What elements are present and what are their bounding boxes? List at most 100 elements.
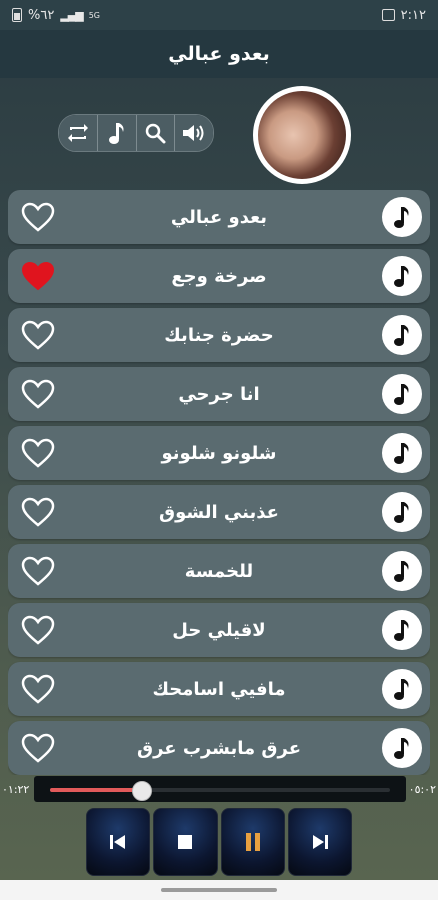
total-duration: ٠٥:٠٢: [408, 783, 436, 796]
artist-avatar: [253, 86, 351, 184]
heart-filled-icon: [21, 261, 55, 291]
music-note-icon: [394, 679, 409, 700]
favorite-button[interactable]: [20, 731, 56, 765]
heart-outline-icon: [21, 556, 55, 586]
play-song-button[interactable]: [382, 433, 422, 473]
music-note-icon: [394, 266, 409, 287]
previous-button[interactable]: [86, 808, 151, 876]
favorite-button[interactable]: [20, 259, 56, 293]
heart-outline-icon: [21, 202, 55, 232]
song-title: صرخة وجع: [171, 265, 267, 287]
song-title: حضرة جنابك: [164, 324, 274, 346]
music-note-icon: [394, 620, 409, 641]
favorite-button[interactable]: [20, 613, 56, 647]
repeat-icon: [67, 124, 88, 142]
song-row[interactable]: لاقيلي حل: [8, 603, 430, 657]
heart-outline-icon: [21, 674, 55, 704]
seek-line: [50, 781, 390, 801]
music-note-icon: [394, 561, 409, 582]
next-button[interactable]: [287, 808, 352, 876]
skip-previous-icon: [110, 835, 126, 849]
song-row[interactable]: مافيي اسامحك: [8, 662, 430, 716]
play-song-button[interactable]: [382, 492, 422, 532]
repeat-button[interactable]: [59, 115, 98, 151]
song-row[interactable]: للخمسة: [8, 544, 430, 598]
gallery-icon: [381, 9, 395, 21]
status-bar: %٦٢ ▂▄▆ 5G ٢:١٢: [0, 0, 438, 30]
music-note-icon: [394, 443, 409, 464]
system-nav-bar: [0, 880, 438, 900]
play-song-button[interactable]: [382, 315, 422, 355]
song-row[interactable]: عذبني الشوق: [8, 485, 430, 539]
seek-bar-area: ٠١:٢٢ ٠٥:٠٢: [0, 775, 438, 803]
favorite-button[interactable]: [20, 672, 56, 706]
play-song-button[interactable]: [382, 610, 422, 650]
pause-icon: [245, 833, 260, 851]
heart-outline-icon: [21, 733, 55, 763]
stop-icon: [178, 835, 193, 849]
song-row[interactable]: حضرة جنابك: [8, 308, 430, 362]
search-button[interactable]: [136, 115, 176, 151]
favorite-button[interactable]: [20, 200, 56, 234]
status-time: ٢:١٢: [400, 7, 426, 23]
elapsed-time: ٠١:٢٢: [2, 783, 30, 796]
music-note-icon: [108, 123, 124, 144]
seek-bar[interactable]: [34, 776, 406, 802]
song-title: لاقيلي حل: [172, 619, 266, 641]
signal-icon: ▂▄▆: [60, 8, 83, 22]
home-handle[interactable]: [161, 888, 277, 892]
music-button[interactable]: [97, 115, 137, 151]
music-note-icon: [394, 502, 409, 523]
heart-outline-icon: [21, 615, 55, 645]
play-song-button[interactable]: [382, 551, 422, 591]
heart-outline-icon: [21, 497, 55, 527]
song-title: للخمسة: [184, 560, 254, 582]
seek-thumb[interactable]: [131, 781, 152, 801]
play-song-button[interactable]: [382, 256, 422, 296]
song-title: شلونو شلونو: [161, 442, 277, 464]
song-title: عرق مابشرب عرق: [137, 737, 301, 759]
favorite-button[interactable]: [20, 377, 56, 411]
song-title: مافيي اسامحك: [152, 678, 286, 700]
player-controls: [86, 808, 352, 876]
song-title: انا جرحي: [178, 383, 260, 405]
seek-progress: [50, 788, 142, 792]
favorite-button[interactable]: [20, 554, 56, 588]
music-note-icon: [394, 325, 409, 346]
song-title: عذبني الشوق: [159, 501, 279, 523]
page-title: بعدو عبالي: [168, 43, 270, 65]
battery-icon: [12, 8, 22, 22]
song-row[interactable]: انا جرحي: [8, 367, 430, 421]
app-header: بعدو عبالي: [0, 30, 438, 78]
heart-outline-icon: [21, 320, 55, 350]
status-left: %٦٢ ▂▄▆ 5G: [12, 8, 100, 23]
song-row[interactable]: شلونو شلونو: [8, 426, 430, 480]
heart-outline-icon: [21, 379, 55, 409]
play-song-button[interactable]: [382, 669, 422, 709]
play-song-button[interactable]: [382, 728, 422, 768]
song-row[interactable]: بعدو عبالي: [8, 190, 430, 244]
music-note-icon: [394, 207, 409, 228]
signal-label: 5G: [88, 10, 101, 20]
volume-button[interactable]: [175, 115, 213, 151]
favorite-button[interactable]: [20, 495, 56, 529]
favorite-button[interactable]: [20, 318, 56, 352]
play-song-button[interactable]: [382, 197, 422, 237]
toolbar: [58, 114, 214, 152]
search-icon: [146, 123, 166, 144]
artist-photo: [258, 91, 346, 179]
battery-percent: %٦٢: [28, 7, 55, 23]
favorite-button[interactable]: [20, 436, 56, 470]
skip-next-icon: [312, 835, 328, 849]
volume-icon: [183, 125, 204, 141]
song-row[interactable]: صرخة وجع: [8, 249, 430, 303]
pause-button[interactable]: [220, 808, 285, 876]
song-list[interactable]: بعدو عبالي صرخة وجع حضرة جنابك انا جرحي …: [8, 190, 430, 775]
stop-button[interactable]: [153, 808, 218, 876]
song-title: بعدو عبالي: [170, 206, 268, 228]
music-note-icon: [394, 384, 409, 405]
play-song-button[interactable]: [382, 374, 422, 414]
status-right: ٢:١٢: [381, 7, 426, 23]
heart-outline-icon: [21, 438, 55, 468]
song-row[interactable]: عرق مابشرب عرق: [8, 721, 430, 775]
